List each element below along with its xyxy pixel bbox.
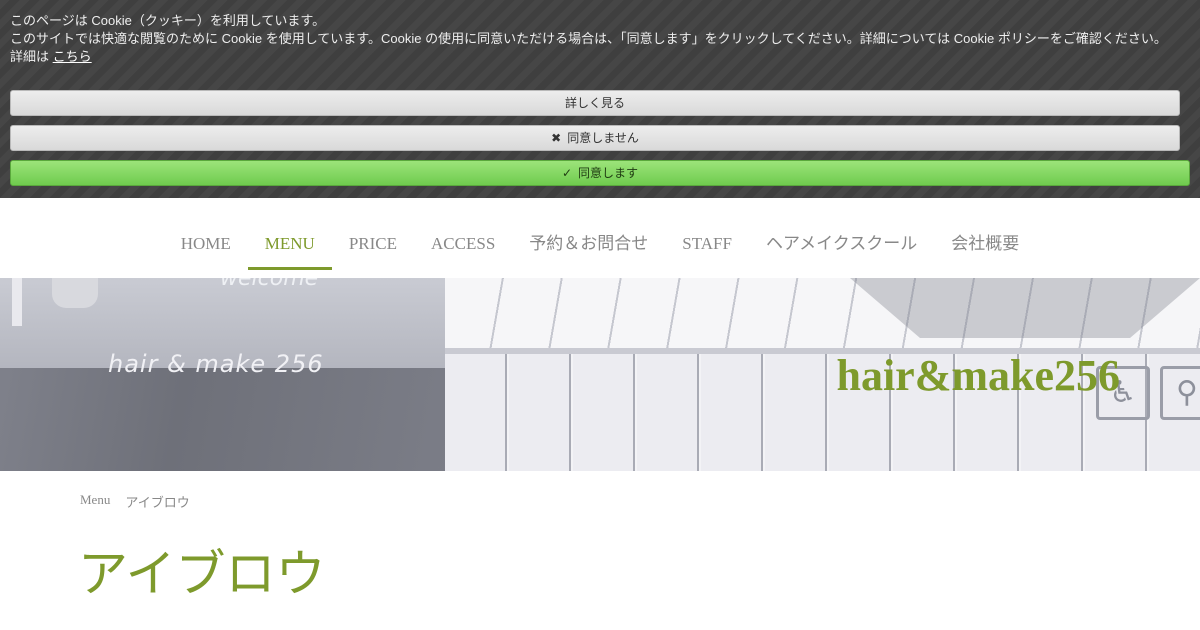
nav-item-access[interactable]: ACCESS — [414, 206, 512, 270]
nav-item-price[interactable]: PRICE — [332, 206, 414, 270]
nav-item-staff[interactable]: STAFF — [665, 206, 749, 270]
cookie-details-prefix: 詳細は — [10, 49, 50, 64]
cookie-message: このページは Cookie（クッキー）を利用しています。 このサイトでは快適な閲… — [10, 12, 1190, 66]
nav-item-reservation[interactable]: 予約＆お問合せ — [512, 206, 665, 270]
hero-plant-pot — [52, 278, 98, 308]
close-icon: ✖ — [551, 131, 562, 145]
cookie-message-line1: このページは Cookie（クッキー）を利用しています。 — [10, 13, 326, 28]
cookie-decline-button[interactable]: ✖ 同意しません — [10, 125, 1180, 151]
cookie-details-link[interactable]: こちら — [53, 49, 92, 64]
nav-item-school[interactable]: ヘアメイクスクール — [749, 206, 934, 270]
main-nav: HOME MENU PRICE ACCESS 予約＆お問合せ STAFF ヘアメ… — [0, 198, 1200, 278]
breadcrumb: Menu アイブロウ — [80, 492, 190, 511]
hero-pole — [12, 278, 22, 326]
breadcrumb-parent[interactable]: Menu — [80, 492, 110, 511]
check-icon: ✓ — [561, 166, 573, 180]
cookie-decline-label: 同意しません — [567, 131, 639, 145]
cookie-message-line3: 詳細は こちら — [10, 48, 1190, 66]
hero-title: hair&make256 — [836, 351, 1120, 400]
cookie-more-button[interactable]: 詳しく見る — [10, 90, 1180, 116]
hero-welcome-text: welcome — [220, 278, 319, 291]
desk-icon: ⚲ — [1160, 366, 1200, 420]
nav-item-menu[interactable]: MENU — [247, 206, 332, 270]
cookie-message-line2: このサイトでは快適な閲覧のために Cookie を使用しています。Cookie … — [10, 31, 1167, 46]
page-title: アイブロウ — [78, 545, 326, 603]
cookie-banner: このページは Cookie（クッキー）を利用しています。 このサイトでは快適な閲… — [0, 0, 1200, 198]
hero-banner: welcome hair & make 256 ♿ ⚲ hair&make256 — [0, 278, 1200, 471]
cookie-accept-button[interactable]: ✓ 同意します — [10, 160, 1190, 186]
nav-item-home[interactable]: HOME — [164, 206, 248, 270]
hero-floor-text: hair & make 256 — [108, 350, 324, 378]
cookie-more-label: 詳しく見る — [564, 96, 625, 110]
cookie-accept-label: 同意します — [578, 166, 639, 180]
breadcrumb-current: アイブロウ — [125, 495, 190, 510]
nav-item-company[interactable]: 会社概要 — [934, 206, 1036, 270]
